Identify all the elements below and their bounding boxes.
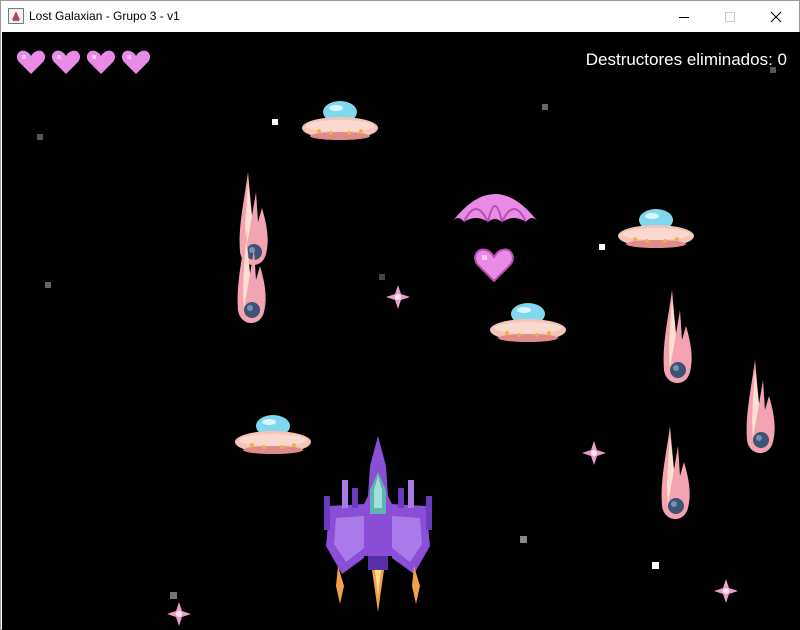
star <box>170 592 177 599</box>
meteor-icon <box>746 360 775 454</box>
window-title: Lost Galaxian - Grupo 3 - v1 <box>29 9 180 23</box>
sparkle-star-icon <box>167 602 191 626</box>
score-counter: Destructores eliminados: 0 <box>585 50 787 69</box>
java-app-icon <box>8 8 24 24</box>
heart-icon <box>51 50 81 74</box>
heart-pickup-icon <box>474 248 514 283</box>
ufo-enemy-icon <box>618 209 694 248</box>
heart-icon <box>16 50 46 74</box>
ufo-enemy-icon <box>490 303 566 342</box>
close-icon <box>770 11 782 23</box>
star <box>599 244 605 250</box>
close-button[interactable] <box>753 1 799 32</box>
meteor-icon <box>661 426 690 520</box>
player-spaceship-icon[interactable] <box>322 436 434 614</box>
star <box>45 282 51 288</box>
lives-hearts <box>16 50 151 74</box>
heart-icon <box>86 50 116 74</box>
maximize-button[interactable] <box>707 1 753 32</box>
parachute-powerup-icon <box>452 194 538 223</box>
meteor-icon <box>663 290 692 384</box>
sparkle-star-icon <box>582 441 606 465</box>
sparkle-star-icon <box>714 579 738 603</box>
game-window: Lost Galaxian - Grupo 3 - v1 Destructore… <box>0 0 800 630</box>
star <box>542 104 548 110</box>
sparkle-star-icon <box>386 285 410 309</box>
maximize-icon <box>725 12 735 22</box>
star <box>272 119 278 125</box>
ufo-enemy-icon <box>302 101 378 140</box>
star <box>652 562 659 569</box>
game-canvas[interactable]: Destructores eliminados: 0 <box>2 32 800 630</box>
star <box>37 134 43 140</box>
minimize-icon <box>679 17 689 18</box>
meteor-icon <box>237 230 266 324</box>
star <box>520 536 527 543</box>
minimize-button[interactable] <box>661 1 707 32</box>
title-bar[interactable]: Lost Galaxian - Grupo 3 - v1 <box>1 1 799 32</box>
ufo-enemy-icon <box>235 415 311 454</box>
heart-icon <box>121 50 151 74</box>
star <box>379 274 385 280</box>
